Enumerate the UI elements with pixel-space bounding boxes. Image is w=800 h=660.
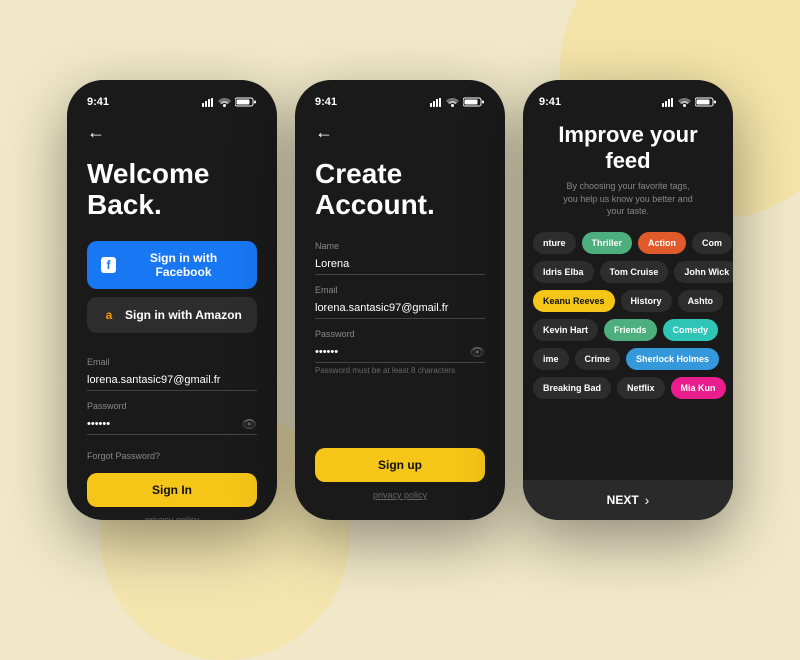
- welcome-title: Welcome Back.: [87, 159, 257, 221]
- tag-tom-cruise[interactable]: Tom Cruise: [600, 261, 669, 283]
- tag-kevin-hart[interactable]: Kevin Hart: [533, 319, 598, 341]
- tag-crime-trunc[interactable]: ime: [533, 348, 569, 370]
- back-button-1[interactable]: ←: [87, 122, 257, 143]
- status-time-3: 9:41: [539, 96, 561, 108]
- tag-comedy[interactable]: Comedy: [663, 319, 719, 341]
- phones-container: 9:41 ← Welcome Back. f Sign in with Face…: [67, 80, 733, 520]
- tags-row-4: Kevin Hart Friends Comedy: [523, 319, 733, 341]
- tags-row-2: Idris Elba Tom Cruise John Wick: [523, 261, 733, 283]
- tag-ashton-trunc[interactable]: Ashto: [678, 290, 724, 312]
- eye-icon-2[interactable]: 👁: [470, 345, 485, 359]
- email-group-2: Email: [315, 285, 485, 319]
- password-label-2: Password: [315, 329, 485, 339]
- tags-container: nture Thriller Action Com Idris Elba Tom…: [523, 232, 733, 480]
- tag-crime[interactable]: Crime: [575, 348, 621, 370]
- create-account-title: Create Account.: [315, 159, 485, 221]
- email-label-2: Email: [315, 285, 485, 295]
- sign-up-button[interactable]: Sign up: [315, 448, 485, 482]
- back-button-2[interactable]: ←: [315, 122, 485, 143]
- email-label-1: Email: [87, 357, 257, 367]
- tag-john-wick[interactable]: John Wick: [674, 261, 733, 283]
- sign-in-button[interactable]: Sign In: [87, 473, 257, 507]
- name-label: Name: [315, 241, 485, 251]
- password-label-1: Password: [87, 401, 257, 411]
- privacy-policy-link-1[interactable]: privacy policy: [87, 515, 257, 520]
- email-input-1[interactable]: [87, 370, 257, 391]
- password-input-2[interactable]: [315, 342, 485, 363]
- amazon-signin-button[interactable]: a Sign in with Amazon: [87, 297, 257, 333]
- next-label: NEXT: [607, 493, 639, 507]
- name-input[interactable]: [315, 254, 485, 275]
- status-bar-3: 9:41: [539, 96, 717, 108]
- tag-keanu-reeves[interactable]: Keanu Reeves: [533, 290, 615, 312]
- amazon-icon: a: [101, 307, 117, 323]
- status-bar-1: 9:41: [87, 96, 257, 108]
- eye-icon-1[interactable]: 👁: [242, 417, 257, 431]
- phone-create-account: 9:41 ← Create Account. Name Email: [295, 80, 505, 520]
- name-group: Name: [315, 241, 485, 275]
- password-input-1[interactable]: [87, 414, 257, 435]
- email-input-2[interactable]: [315, 298, 485, 319]
- status-icons-1: [202, 97, 257, 107]
- password-group-1: Password 👁: [87, 401, 257, 435]
- tag-adventure[interactable]: nture: [533, 232, 576, 254]
- tags-row-6: Breaking Bad Netflix Mia Kun: [523, 377, 733, 399]
- password-group-2: Password 👁 Password must be at least 8 c…: [315, 329, 485, 375]
- improve-feed-title: Improve your feed: [539, 122, 717, 174]
- tag-history[interactable]: History: [621, 290, 672, 312]
- tags-row-5: ime Crime Sherlock Holmes: [523, 348, 733, 370]
- privacy-policy-link-2[interactable]: privacy policy: [315, 490, 485, 500]
- phone3-top: 9:41 Improve your feed By choosing your …: [523, 80, 733, 232]
- tag-sherlock[interactable]: Sherlock Holmes: [626, 348, 719, 370]
- forgot-password-link[interactable]: Forgot Password?: [87, 451, 257, 461]
- tag-idris-elba[interactable]: Idris Elba: [533, 261, 594, 283]
- status-icons-2: [430, 97, 485, 107]
- facebook-signin-button[interactable]: f Sign in with Facebook: [87, 241, 257, 289]
- password-hint: Password must be at least 8 characters: [315, 366, 485, 375]
- tag-thriller[interactable]: Thriller: [582, 232, 633, 254]
- improve-feed-subtitle: By choosing your favorite tags, you help…: [539, 180, 717, 218]
- phone-improve-feed: 9:41 Improve your feed By choosing your …: [523, 80, 733, 520]
- tag-mia-trunc[interactable]: Mia Kun: [671, 377, 726, 399]
- facebook-icon: f: [101, 257, 116, 273]
- tags-row-1: nture Thriller Action Com: [523, 232, 733, 254]
- tag-action[interactable]: Action: [638, 232, 686, 254]
- phone-welcome: 9:41 ← Welcome Back. f Sign in with Face…: [67, 80, 277, 520]
- tags-row-3: Keanu Reeves History Ashto: [523, 290, 733, 312]
- tag-netflix[interactable]: Netflix: [617, 377, 665, 399]
- status-icons-3: [662, 97, 717, 107]
- tag-comedy-trunc[interactable]: Com: [692, 232, 732, 254]
- next-chevron-icon: ›: [645, 492, 650, 508]
- status-time-2: 9:41: [315, 96, 337, 108]
- status-bar-2: 9:41: [315, 96, 485, 108]
- email-group-1: Email: [87, 357, 257, 391]
- tag-breaking-bad[interactable]: Breaking Bad: [533, 377, 611, 399]
- next-button[interactable]: NEXT ›: [523, 480, 733, 520]
- tag-friends[interactable]: Friends: [604, 319, 657, 341]
- status-time-1: 9:41: [87, 96, 109, 108]
